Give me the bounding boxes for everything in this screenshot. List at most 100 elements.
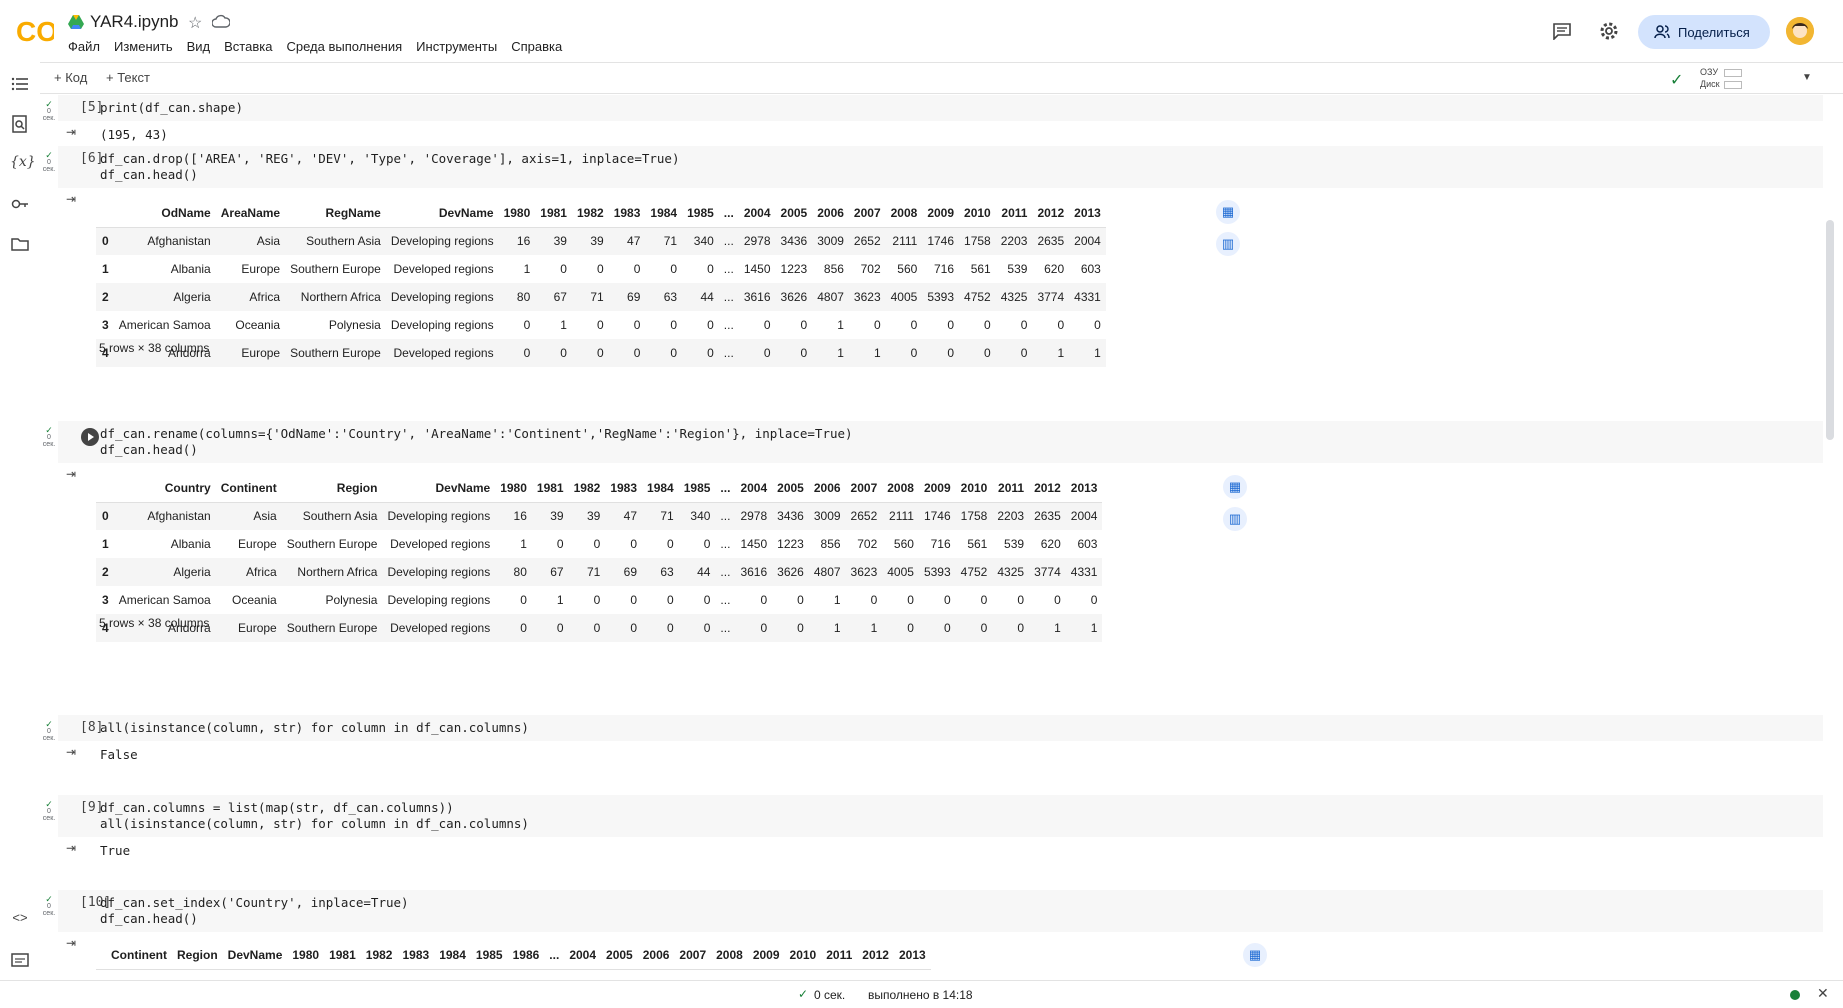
table-cell: 0 (670, 346, 678, 360)
menu-file[interactable]: Файл (68, 39, 100, 54)
table-cell: 71 (663, 234, 678, 249)
command-palette-icon[interactable] (10, 950, 30, 970)
table-cell: 1758 (960, 509, 988, 524)
menu-help[interactable]: Справка (511, 39, 562, 54)
code-line: df_can.head() (100, 911, 198, 926)
table-cell: Southern Europe (286, 537, 378, 551)
menu-edit[interactable]: Изменить (114, 39, 173, 54)
column-header: 2013 (1070, 481, 1098, 496)
code-cell[interactable]: ✓ 0 сек. df_can.rename(columns={'OdName':'… (40, 421, 1823, 661)
table-cell: Northern Africa (297, 565, 378, 579)
chart-suggestion-icon[interactable]: ▥ (1223, 507, 1247, 531)
share-button[interactable]: Поделиться (1638, 15, 1770, 49)
run-cell-button[interactable] (81, 428, 99, 446)
resource-dropdown-icon[interactable]: ▼ (1802, 72, 1812, 83)
add-code-button[interactable]: + Код (54, 70, 87, 85)
table-cell: 1223 (780, 262, 808, 276)
row-index: 3 (102, 593, 109, 607)
column-header: 1983 (402, 948, 430, 963)
table-cell: 1 (833, 593, 841, 607)
table-header-row: Continent Region DevName 1980 1981 1982 1983 19… (96, 942, 931, 969)
close-icon[interactable]: ✕ (1817, 985, 1829, 1002)
user-avatar[interactable] (1786, 17, 1814, 45)
code-editor[interactable]: df_can.rename(columns={'OdName':'Country… (58, 421, 1823, 463)
output-toggle-icon[interactable]: ⇥ (66, 841, 84, 855)
variables-icon[interactable]: {x} (10, 154, 36, 174)
code-cell[interactable]: ✓ 0 сек. [6] df_can.drop(['AREA', 'REG', '… (40, 146, 1823, 386)
table-cell: Developing regions (387, 565, 491, 579)
find-icon[interactable] (10, 114, 30, 134)
table-cell: 1 (1054, 621, 1061, 635)
table-cell: 1 (873, 346, 881, 360)
table-cell: 0 (760, 621, 768, 635)
table-cell: ... (723, 262, 734, 276)
menu-tools[interactable]: Инструменты (416, 39, 497, 54)
table-cell: 39 (586, 509, 601, 524)
chart-suggestion-icon[interactable]: ▥ (1216, 232, 1240, 256)
table-view-icon[interactable]: ▦ (1243, 943, 1267, 967)
comments-icon[interactable] (1552, 22, 1572, 40)
code-editor[interactable]: [5] print(df_can.shape) (58, 95, 1823, 121)
secrets-key-icon[interactable] (10, 194, 30, 214)
output-toggle-icon[interactable]: ⇥ (66, 745, 84, 759)
column-header: 1982 (365, 948, 393, 963)
table-cell: Northern Africa (300, 290, 381, 304)
menu-view[interactable]: Вид (187, 39, 211, 54)
column-header: 2010 (960, 481, 988, 496)
table-cell: 1 (1057, 346, 1065, 360)
table-cell: 2635 (1034, 509, 1061, 524)
dataframe-table: Continent Region DevName 1980 1981 1982 1983 19… (96, 942, 931, 970)
settings-gear-icon[interactable] (1598, 20, 1620, 42)
table-view-icon[interactable]: ▦ (1216, 200, 1240, 224)
column-header: 2008 (890, 206, 918, 221)
table-cell: 63 (663, 290, 678, 304)
code-line: df_can.columns = list(map(str, df_can.co… (100, 800, 454, 815)
table-cell: 80 (513, 565, 527, 579)
output-toggle-icon[interactable]: ⇥ (66, 125, 84, 139)
code-editor[interactable]: [10] df_can.set_index('Country', inplace… (58, 890, 1823, 932)
output-toggle-icon[interactable]: ⇥ (66, 192, 84, 206)
check-icon: ✓ (45, 799, 53, 809)
column-header: 1980 (500, 481, 527, 496)
colab-logo[interactable]: CO (16, 14, 54, 48)
table-cell: 0 (870, 593, 878, 607)
star-icon[interactable]: ☆ (188, 13, 202, 33)
notebook-toolbar: + Код + Текст ✓ ОЗУ Диск ▼ ⌃ (40, 62, 1843, 94)
table-cell: 71 (586, 565, 601, 579)
exec-unit: сек. (42, 910, 56, 917)
code-editor[interactable]: [9] df_can.columns = list(map(str, df_ca… (58, 795, 1823, 837)
cell-status: ✓ 0 сек. (40, 895, 58, 918)
table-cell: 0 (1057, 318, 1065, 332)
table-of-contents-icon[interactable] (10, 74, 30, 94)
output-toggle-icon[interactable]: ⇥ (66, 467, 84, 481)
add-text-button[interactable]: + Текст (106, 70, 150, 85)
table-cell: Developing regions (390, 234, 494, 249)
code-cell[interactable]: ✓ 0 сек. [10] df_can.set_index('Country', … (40, 890, 1823, 977)
menu-bar: Файл Изменить Вид Вставка Среда выполнен… (68, 39, 576, 54)
table-cell: Afghanistan (147, 234, 211, 249)
resource-monitor[interactable]: ОЗУ Диск (1700, 66, 1743, 90)
notebook-title[interactable]: YAR4.ipynb (90, 12, 179, 32)
output-toggle-icon[interactable]: ⇥ (66, 936, 84, 950)
table-cell: 3009 (813, 509, 841, 524)
row-index: 0 (102, 509, 109, 524)
column-header: 1982 (573, 481, 601, 496)
code-editor[interactable]: [6] df_can.drop(['AREA', 'REG', 'DEV', '… (58, 146, 1823, 188)
output-text: False (100, 747, 138, 762)
code-snippets-icon[interactable]: <> (10, 910, 30, 930)
notebook-scrollbar[interactable] (1826, 220, 1834, 440)
cloud-saved-icon[interactable] (212, 14, 230, 30)
code-editor[interactable]: [8] all(isinstance(column, str) for colu… (58, 715, 1823, 741)
table-view-icon[interactable]: ▦ (1223, 475, 1247, 499)
code-cell[interactable]: ✓ 0 сек. [9] df_can.columns = list(map(str… (40, 795, 1823, 865)
disk-bar (1723, 80, 1742, 89)
menu-insert[interactable]: Вставка (224, 39, 272, 54)
table-cell: Southern Asia (306, 234, 381, 249)
code-cell[interactable]: ✓ 0 сек. [5] print(df_can.shape) ⇥ (195, 4… (40, 95, 1823, 147)
drive-icon[interactable] (68, 14, 84, 30)
menu-runtime[interactable]: Среда выполнения (286, 39, 402, 54)
files-folder-icon[interactable] (10, 234, 30, 254)
code-cell[interactable]: ✓ 0 сек. [8] all(isinstance(column, str) f… (40, 715, 1823, 770)
table-cell: 2004 (1074, 234, 1101, 249)
row-index: 1 (102, 537, 109, 551)
